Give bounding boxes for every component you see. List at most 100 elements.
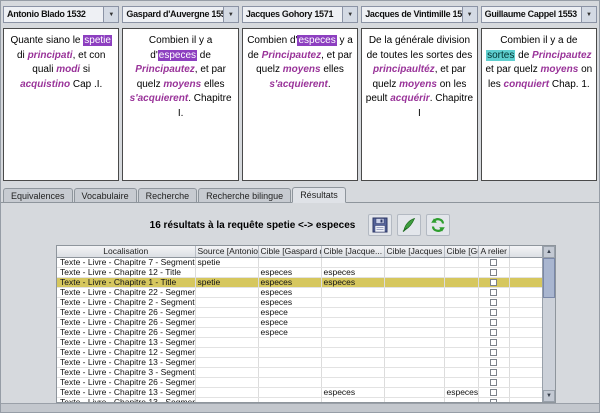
- edition-selector[interactable]: Antonio Blado 1532 ▼: [3, 6, 119, 23]
- relier-cell: [478, 267, 509, 277]
- result-row[interactable]: Texte - Livre - Chapitre 26 - Segment 5e…: [57, 327, 544, 337]
- scrollbar-thumb[interactable]: [543, 258, 555, 298]
- relier-cell: [478, 317, 509, 327]
- term-cell: [321, 347, 384, 357]
- localisation-cell: Texte - Livre - Chapitre 26 - Segment 10: [57, 317, 195, 327]
- relier-cell: [478, 347, 509, 357]
- result-row[interactable]: Texte - Livre - Chapitre 12 - Titleespec…: [57, 267, 544, 277]
- column-header[interactable]: Cible [Gaspard d'...: [258, 246, 321, 257]
- term-highlight: Principautez: [532, 50, 591, 61]
- column-header[interactable]: Cible [Jacques d...: [384, 246, 444, 257]
- relier-checkbox[interactable]: [490, 259, 497, 266]
- relier-checkbox[interactable]: [490, 379, 497, 386]
- tab-vocabulaire[interactable]: Vocabulaire: [74, 188, 137, 202]
- result-row[interactable]: Texte - Livre - Chapitre 13 - Segment 27…: [57, 387, 544, 397]
- relier-cell: [478, 297, 509, 307]
- term-cell: espece: [258, 317, 321, 327]
- results-toolbar: 16 résultats à la requête spetie <-> esp…: [1, 213, 599, 237]
- save-button[interactable]: [368, 214, 392, 236]
- term-cell: [321, 257, 384, 267]
- scroll-down-icon[interactable]: ▼: [543, 390, 555, 402]
- segment-panel: De la générale division de toutes les so…: [361, 28, 477, 181]
- term-cell: [384, 257, 444, 267]
- term-cell: [384, 387, 444, 397]
- relier-checkbox[interactable]: [490, 359, 497, 366]
- chevron-down-icon[interactable]: ▼: [342, 7, 357, 22]
- relier-checkbox[interactable]: [490, 349, 497, 356]
- result-row[interactable]: Texte - Livre - Chapitre 12 - Segment 29: [57, 347, 544, 357]
- relier-cell: [478, 337, 509, 347]
- tab-résultats[interactable]: Résultats: [292, 187, 346, 203]
- term-cell: [195, 317, 258, 327]
- segment-word: si: [80, 64, 90, 75]
- chevron-down-icon[interactable]: ▼: [103, 7, 118, 22]
- relier-checkbox[interactable]: [490, 279, 497, 286]
- column-header[interactable]: Cible [Gui...: [444, 246, 478, 257]
- term-highlight: conquiert: [504, 79, 550, 90]
- results-panel: 16 résultats à la requête spetie <-> esp…: [1, 203, 599, 412]
- chevron-down-icon[interactable]: ▼: [462, 7, 477, 22]
- result-row[interactable]: Texte - Livre - Chapitre 26 - Segment 25…: [57, 307, 544, 317]
- relier-checkbox[interactable]: [490, 319, 497, 326]
- vertical-scrollbar[interactable]: ▲ ▼: [542, 246, 555, 402]
- relier-checkbox[interactable]: [490, 269, 497, 276]
- term-cell: especes: [258, 287, 321, 297]
- term-cell: [258, 387, 321, 397]
- tab-equivalences[interactable]: Equivalences: [3, 188, 73, 202]
- result-row[interactable]: Texte - Livre - Chapitre 7 - Segment 12s…: [57, 257, 544, 267]
- result-row[interactable]: Texte - Livre - Chapitre 13 - Segment 3: [57, 337, 544, 347]
- edition-selector[interactable]: Jacques de Vintimille 1546 ▼: [361, 6, 477, 23]
- result-row[interactable]: Texte - Livre - Chapitre 3 - Segment 2: [57, 367, 544, 377]
- relier-checkbox[interactable]: [490, 369, 497, 376]
- relier-checkbox[interactable]: [490, 329, 497, 336]
- segment-word: de: [197, 50, 211, 61]
- table-header-row: LocalisationSource [Antonio ...Cible [Ga…: [57, 246, 544, 257]
- term-cell: [444, 317, 478, 327]
- scroll-up-icon[interactable]: ▲: [543, 246, 555, 258]
- term-cell: [384, 377, 444, 387]
- filler-cell: [509, 367, 544, 377]
- term-cell: [195, 297, 258, 307]
- tab-recherche-bilingue[interactable]: Recherche bilingue: [198, 188, 291, 202]
- term-cell: [384, 327, 444, 337]
- relier-cell: [478, 387, 509, 397]
- filler-cell: [509, 337, 544, 347]
- term-highlight: acquistino: [20, 79, 70, 90]
- result-row[interactable]: Texte - Livre - Chapitre 26 - Segment 1: [57, 377, 544, 387]
- localisation-cell: Texte - Livre - Chapitre 3 - Segment 2: [57, 367, 195, 377]
- term-highlight: especes: [158, 50, 197, 61]
- localisation-cell: Texte - Livre - Chapitre 1 - Title: [57, 277, 195, 287]
- tab-recherche[interactable]: Recherche: [138, 188, 198, 202]
- edition-selector[interactable]: Guillaume Cappel 1553 ▼: [481, 6, 597, 23]
- relier-checkbox[interactable]: [490, 389, 497, 396]
- column-header[interactable]: A relier: [478, 246, 509, 257]
- term-cell: especes: [258, 297, 321, 307]
- term-cell: [444, 277, 478, 287]
- column-header[interactable]: Localisation: [57, 246, 195, 257]
- edition-selector[interactable]: Jacques Gohory 1571 ▼: [242, 6, 358, 23]
- relier-checkbox[interactable]: [490, 309, 497, 316]
- result-row[interactable]: Texte - Livre - Chapitre 2 - Segment 1es…: [57, 297, 544, 307]
- result-row[interactable]: Texte - Livre - Chapitre 26 - Segment 10…: [57, 317, 544, 327]
- chevron-down-icon[interactable]: ▼: [581, 7, 596, 22]
- refresh-button[interactable]: [426, 214, 450, 236]
- column-header[interactable]: Source [Antonio ...: [195, 246, 258, 257]
- column-header[interactable]: Cible [Jacque...: [321, 246, 384, 257]
- relier-checkbox[interactable]: [490, 299, 497, 306]
- term-highlight: s'acquierent: [130, 93, 189, 104]
- result-row[interactable]: Texte - Livre - Chapitre 1 - Titlespetie…: [57, 277, 544, 287]
- segment-text: Combien il y a d'especes de Principautez…: [126, 34, 234, 121]
- localisation-cell: Texte - Livre - Chapitre 26 - Segment 5: [57, 327, 195, 337]
- filler-cell: [509, 287, 544, 297]
- result-row[interactable]: Texte - Livre - Chapitre 22 - Segment 4e…: [57, 287, 544, 297]
- term-highlight: especes: [297, 35, 336, 46]
- relier-checkbox[interactable]: [490, 339, 497, 346]
- edition-selector[interactable]: Gaspard d'Auvergne 1553 ▼: [122, 6, 238, 23]
- edition-selector-value: Guillaume Cappel 1553: [482, 7, 581, 22]
- quill-button[interactable]: [397, 214, 421, 236]
- term-highlight: moyens: [283, 64, 321, 75]
- result-row[interactable]: Texte - Livre - Chapitre 13 - Segment 1: [57, 357, 544, 367]
- segment-text: Combien il y a de sortes de Principautez…: [485, 34, 593, 92]
- chevron-down-icon[interactable]: ▼: [223, 7, 238, 22]
- relier-checkbox[interactable]: [490, 289, 497, 296]
